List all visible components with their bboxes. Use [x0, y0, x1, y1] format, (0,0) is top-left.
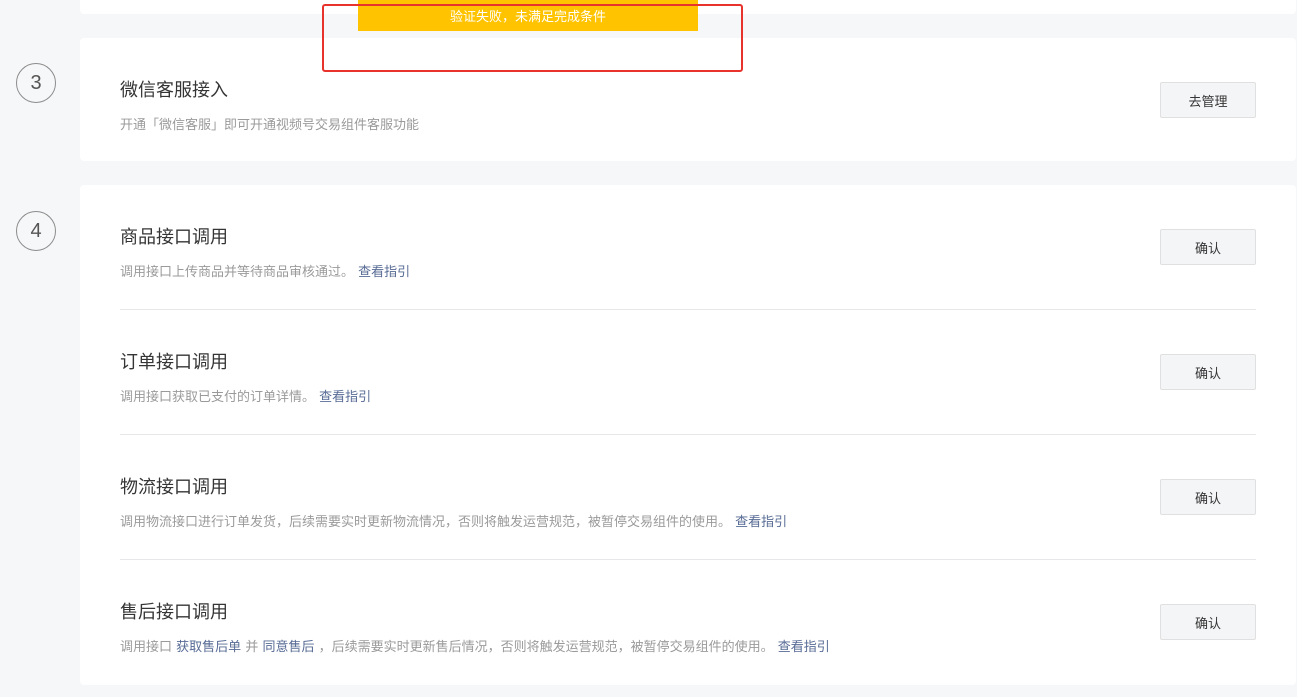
step-number-badge: 3 [16, 63, 56, 103]
item-title: 订单接口调用 [120, 352, 228, 373]
description-text: 并 [245, 640, 259, 655]
get-aftersale-order-link[interactable]: 获取售后单 [176, 640, 241, 655]
item-title: 微信客服接入 [120, 80, 228, 101]
agree-aftersale-link[interactable]: 同意售后 [262, 640, 314, 655]
logistics-api-item: 物流接口调用 调用物流接口进行订单发货，后续需要实时更新物流情况，否则将触发运营… [120, 435, 1256, 560]
highlight-annotation-box [322, 4, 743, 72]
item-description: 调用物流接口进行订单发货，后续需要实时更新物流情况，否则将触发运营规范，被暂停交… [120, 511, 787, 530]
description-text: ，后续需要实时更新售后情况，否则将触发运营规范，被暂停交易组件的使用。 [318, 640, 774, 655]
item-title: 售后接口调用 [120, 602, 228, 623]
step-card-4: 商品接口调用 调用接口上传商品并等待商品审核通过。 查看指引 确认 订单接口调用… [80, 185, 1296, 685]
description-text: 调用接口 [120, 640, 173, 655]
view-guide-link[interactable]: 查看指引 [735, 515, 787, 530]
description-text: 调用接口获取已支付的订单详情。 [120, 390, 316, 405]
view-guide-link[interactable]: 查看指引 [319, 390, 371, 405]
item-description: 开通「微信客服」即可开通视频号交易组件客服功能 [120, 118, 420, 133]
item-description: 调用接口获取已支付的订单详情。 查看指引 [120, 386, 371, 405]
description-text: 调用接口上传商品并等待商品审核通过。 [120, 265, 355, 280]
item-title: 物流接口调用 [120, 477, 228, 498]
item-title: 商品接口调用 [120, 227, 228, 248]
item-description: 调用接口 获取售后单 并 同意售后 ，后续需要实时更新售后情况，否则将触发运营规… [120, 636, 830, 655]
confirm-button[interactable]: 确认 [1160, 229, 1256, 265]
aftersale-api-item: 售后接口调用 调用接口 获取售后单 并 同意售后 ，后续需要实时更新售后情况，否… [120, 560, 1256, 685]
step-number-badge: 4 [16, 211, 56, 251]
confirm-button[interactable]: 确认 [1160, 604, 1256, 640]
confirm-button[interactable]: 确认 [1160, 354, 1256, 390]
item-description: 调用接口上传商品并等待商品审核通过。 查看指引 [120, 261, 410, 280]
view-guide-link[interactable]: 查看指引 [358, 265, 410, 280]
description-text: 调用物流接口进行订单发货，后续需要实时更新物流情况，否则将触发运营规范，被暂停交… [120, 515, 732, 530]
product-api-item: 商品接口调用 调用接口上传商品并等待商品审核通过。 查看指引 确认 [120, 185, 1256, 310]
confirm-button[interactable]: 确认 [1160, 479, 1256, 515]
order-api-item: 订单接口调用 调用接口获取已支付的订单详情。 查看指引 确认 [120, 310, 1256, 435]
view-guide-link[interactable]: 查看指引 [778, 640, 830, 655]
manage-button[interactable]: 去管理 [1160, 82, 1256, 118]
